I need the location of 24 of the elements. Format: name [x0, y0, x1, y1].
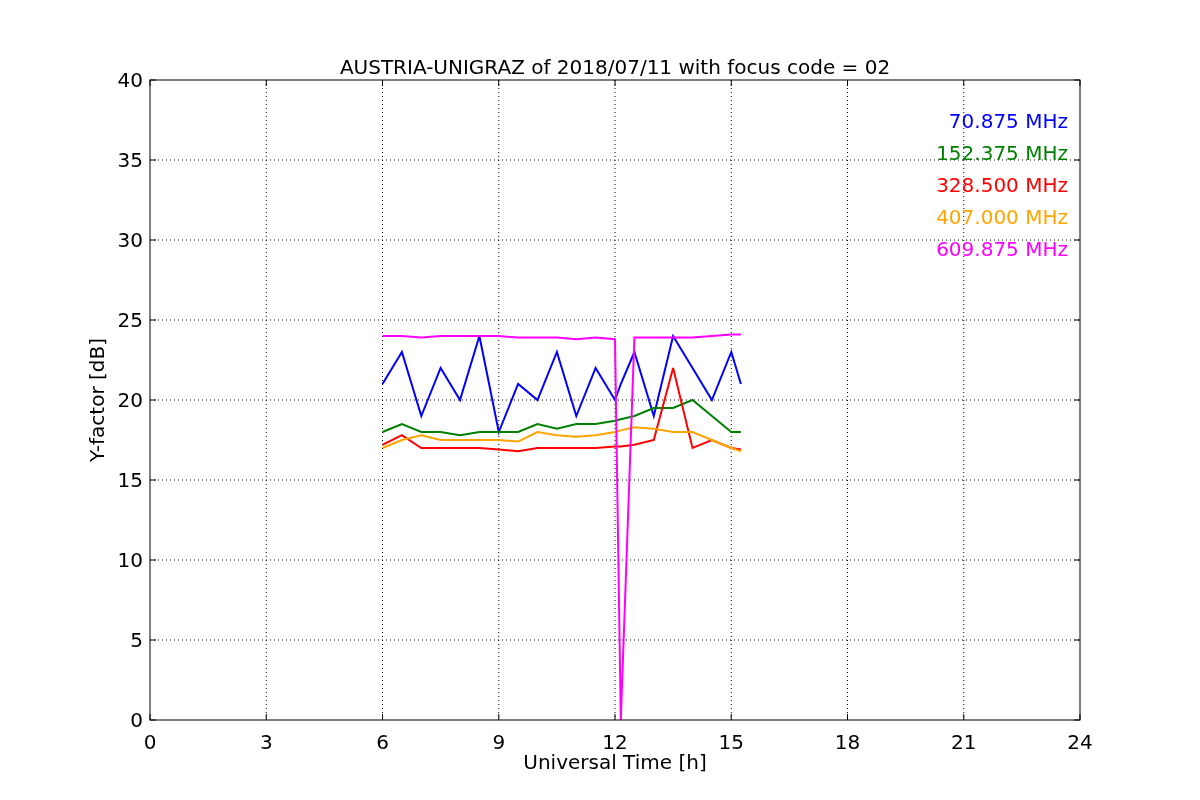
x-tick-label: 9	[492, 730, 506, 754]
x-tick-label: 24	[1067, 730, 1093, 754]
y-tick-label: 20	[117, 388, 143, 412]
y-axis-label: Y-factor [dB]	[85, 338, 109, 462]
y-tick-label: 5	[130, 628, 143, 652]
chart-title: AUSTRIA-UNIGRAZ of 2018/07/11 with focus code = 02	[339, 55, 891, 79]
x-tick-label: 3	[259, 730, 273, 754]
y-tick-label: 35	[117, 148, 143, 172]
y-tick-label: 10	[117, 548, 143, 572]
x-tick-label: 0	[143, 730, 157, 754]
legend-label: 609.875 MHz	[936, 237, 1068, 261]
x-tick-label: 6	[376, 730, 389, 754]
x-tick-label: 21	[951, 730, 977, 754]
legend-label: 152.375 MHz	[936, 141, 1068, 165]
x-tick-label: 18	[834, 730, 861, 754]
y-tick-label: 15	[117, 468, 143, 492]
y-tick-label: 0	[130, 708, 143, 732]
legend-label: 407.000 MHz	[936, 205, 1068, 229]
legend-label: 328.500 MHz	[936, 173, 1068, 197]
x-tick-label: 15	[718, 730, 744, 754]
legend-label: 70.875 MHz	[948, 109, 1068, 133]
y-tick-label: 25	[117, 308, 143, 332]
y-tick-label: 30	[117, 228, 143, 252]
y-tick-label: 40	[117, 68, 143, 92]
